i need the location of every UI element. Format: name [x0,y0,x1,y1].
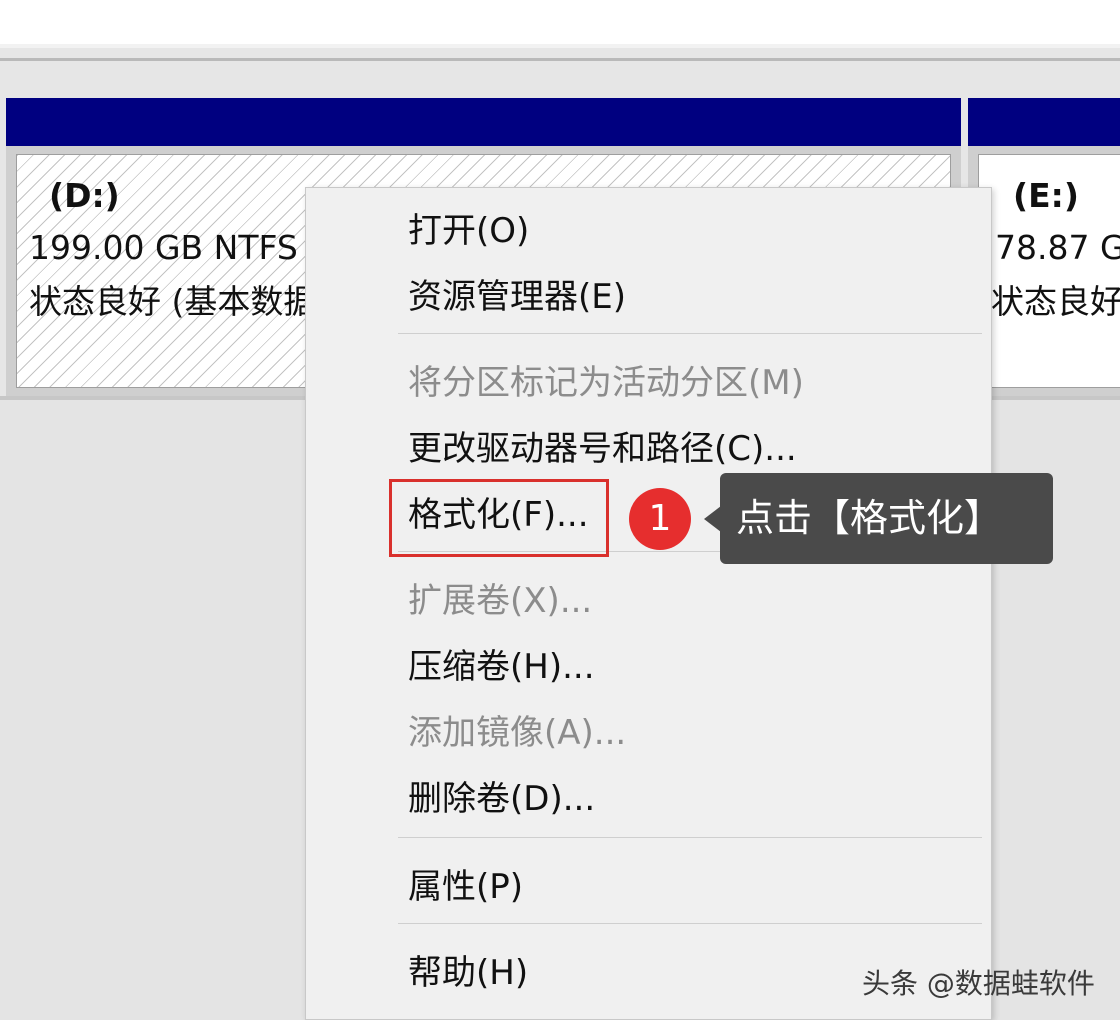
volume-e-size: 178.87 GB NTFS [974,228,1120,267]
menu-item-change-drive-letter[interactable]: 更改驱动器号和路径(C)... [408,429,797,469]
menu-item-mark-active: 将分区标记为活动分区(M) [408,363,804,403]
menu-item-properties[interactable]: 属性(P) [408,867,523,907]
menu-item-delete-volume[interactable]: 删除卷(D)... [408,779,595,819]
volume-d-name: (D:) [49,176,120,215]
menu-item-extend-volume: 扩展卷(X)... [408,581,593,621]
callout-tooltip: 点击【格式化】 [720,473,1053,564]
watermark: 头条 @数据蛙软件 [862,967,1095,1000]
menu-item-shrink-volume[interactable]: 压缩卷(H)... [408,647,595,687]
menu-item-open[interactable]: 打开(O) [408,211,529,251]
divider [0,44,1120,48]
menu-item-help[interactable]: 帮助(H) [408,953,528,993]
volume-e-body[interactable]: (E:) 178.87 GB NTFS 状态良好 (基本数据分区) [974,154,1120,388]
step-number-badge: 1 [629,488,691,550]
volume-e-status: 状态良好 (基本数据分区) [991,282,1120,321]
volume-context-menu: 打开(O) 资源管理器(E) 将分区标记为活动分区(M) 更改驱动器号和路径(C… [305,187,992,1020]
volume-d-header-bar [6,98,961,146]
menu-separator [398,333,982,334]
menu-item-explorer[interactable]: 资源管理器(E) [408,277,626,317]
format-highlight-box [389,479,609,557]
volume-e-name: (E:) [1013,176,1079,215]
divider [0,58,1120,61]
callout-pointer [704,506,721,532]
menu-separator [398,923,982,924]
menu-item-add-mirror: 添加镜像(A)... [408,713,627,753]
volume-d-size: 199.00 GB NTFS [29,228,298,267]
volume-e-header-bar [968,98,1120,146]
top-toolbar-area [0,0,1120,44]
menu-separator [398,837,982,838]
